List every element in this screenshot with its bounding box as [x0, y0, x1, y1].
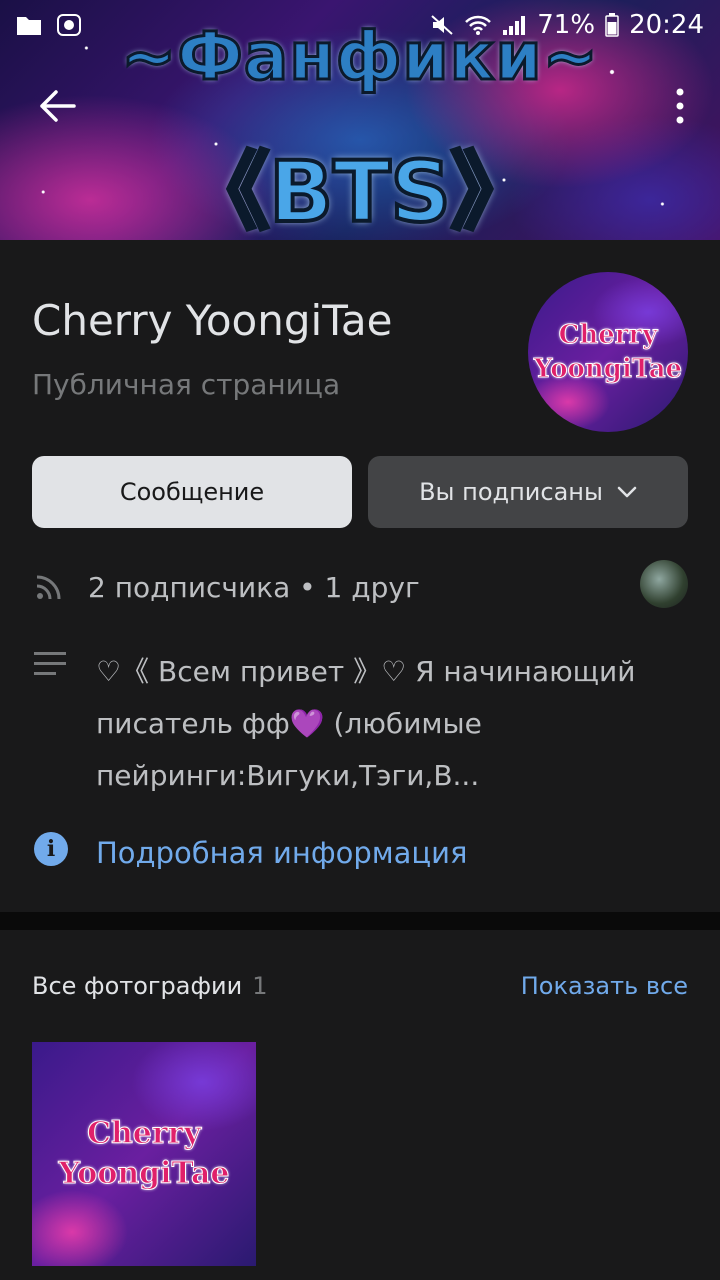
page-title: Cherry YoongiTae: [32, 296, 393, 345]
photos-title-label: Все фотографии: [32, 972, 243, 1000]
more-info-link[interactable]: Подробная информация: [96, 836, 467, 870]
info-icon: i: [34, 832, 68, 866]
avatar-text-line-2: YoongiTae: [533, 354, 683, 385]
battery-percent: 71%: [537, 10, 596, 40]
clock: 20:24: [629, 10, 704, 40]
description-icon: [34, 652, 66, 675]
bug-icon: [57, 14, 81, 36]
avatar-text-line-1: Cherry: [558, 320, 658, 351]
photos-count: 1: [252, 972, 268, 1000]
mute-icon: [431, 15, 453, 35]
photo-text-line-2: YoongiTae: [58, 1156, 230, 1192]
section-divider: [0, 912, 720, 930]
description-text[interactable]: ♡《 Всем привет 》♡ Я начинающий писатель …: [96, 646, 696, 802]
signal-icon: [503, 16, 526, 35]
folder-icon: [17, 17, 41, 35]
wifi-icon: [465, 15, 492, 35]
back-arrow-icon[interactable]: [34, 86, 78, 126]
message-button-label: Сообщение: [119, 478, 265, 506]
friend-avatar[interactable]: [640, 560, 688, 608]
followers-text: 2 подписчика • 1 друг: [88, 570, 420, 604]
photo-text-line-1: Cherry: [87, 1116, 202, 1152]
cover-subtitle: 《BTS》: [183, 141, 537, 240]
avatar[interactable]: Cherry YoongiTae: [528, 272, 688, 432]
photos-section-title: Все фотографии 1: [32, 972, 267, 1000]
subscribed-button-label: Вы подписаны: [419, 478, 603, 506]
page-type: Публичная страница: [32, 368, 341, 401]
followers-row[interactable]: 2 подписчика • 1 друг: [32, 570, 420, 604]
photo-thumbnail[interactable]: Cherry YoongiTae: [32, 1042, 256, 1266]
followers-icon: [36, 575, 61, 600]
more-vertical-icon[interactable]: [670, 84, 690, 128]
message-button[interactable]: Сообщение: [32, 456, 352, 528]
show-all-link[interactable]: Показать все: [521, 972, 688, 1000]
subscribed-button[interactable]: Вы подписаны: [368, 456, 688, 528]
status-bar: 71% 20:24: [0, 0, 720, 50]
battery-icon: [605, 13, 619, 37]
chevron-down-icon: [617, 486, 637, 498]
